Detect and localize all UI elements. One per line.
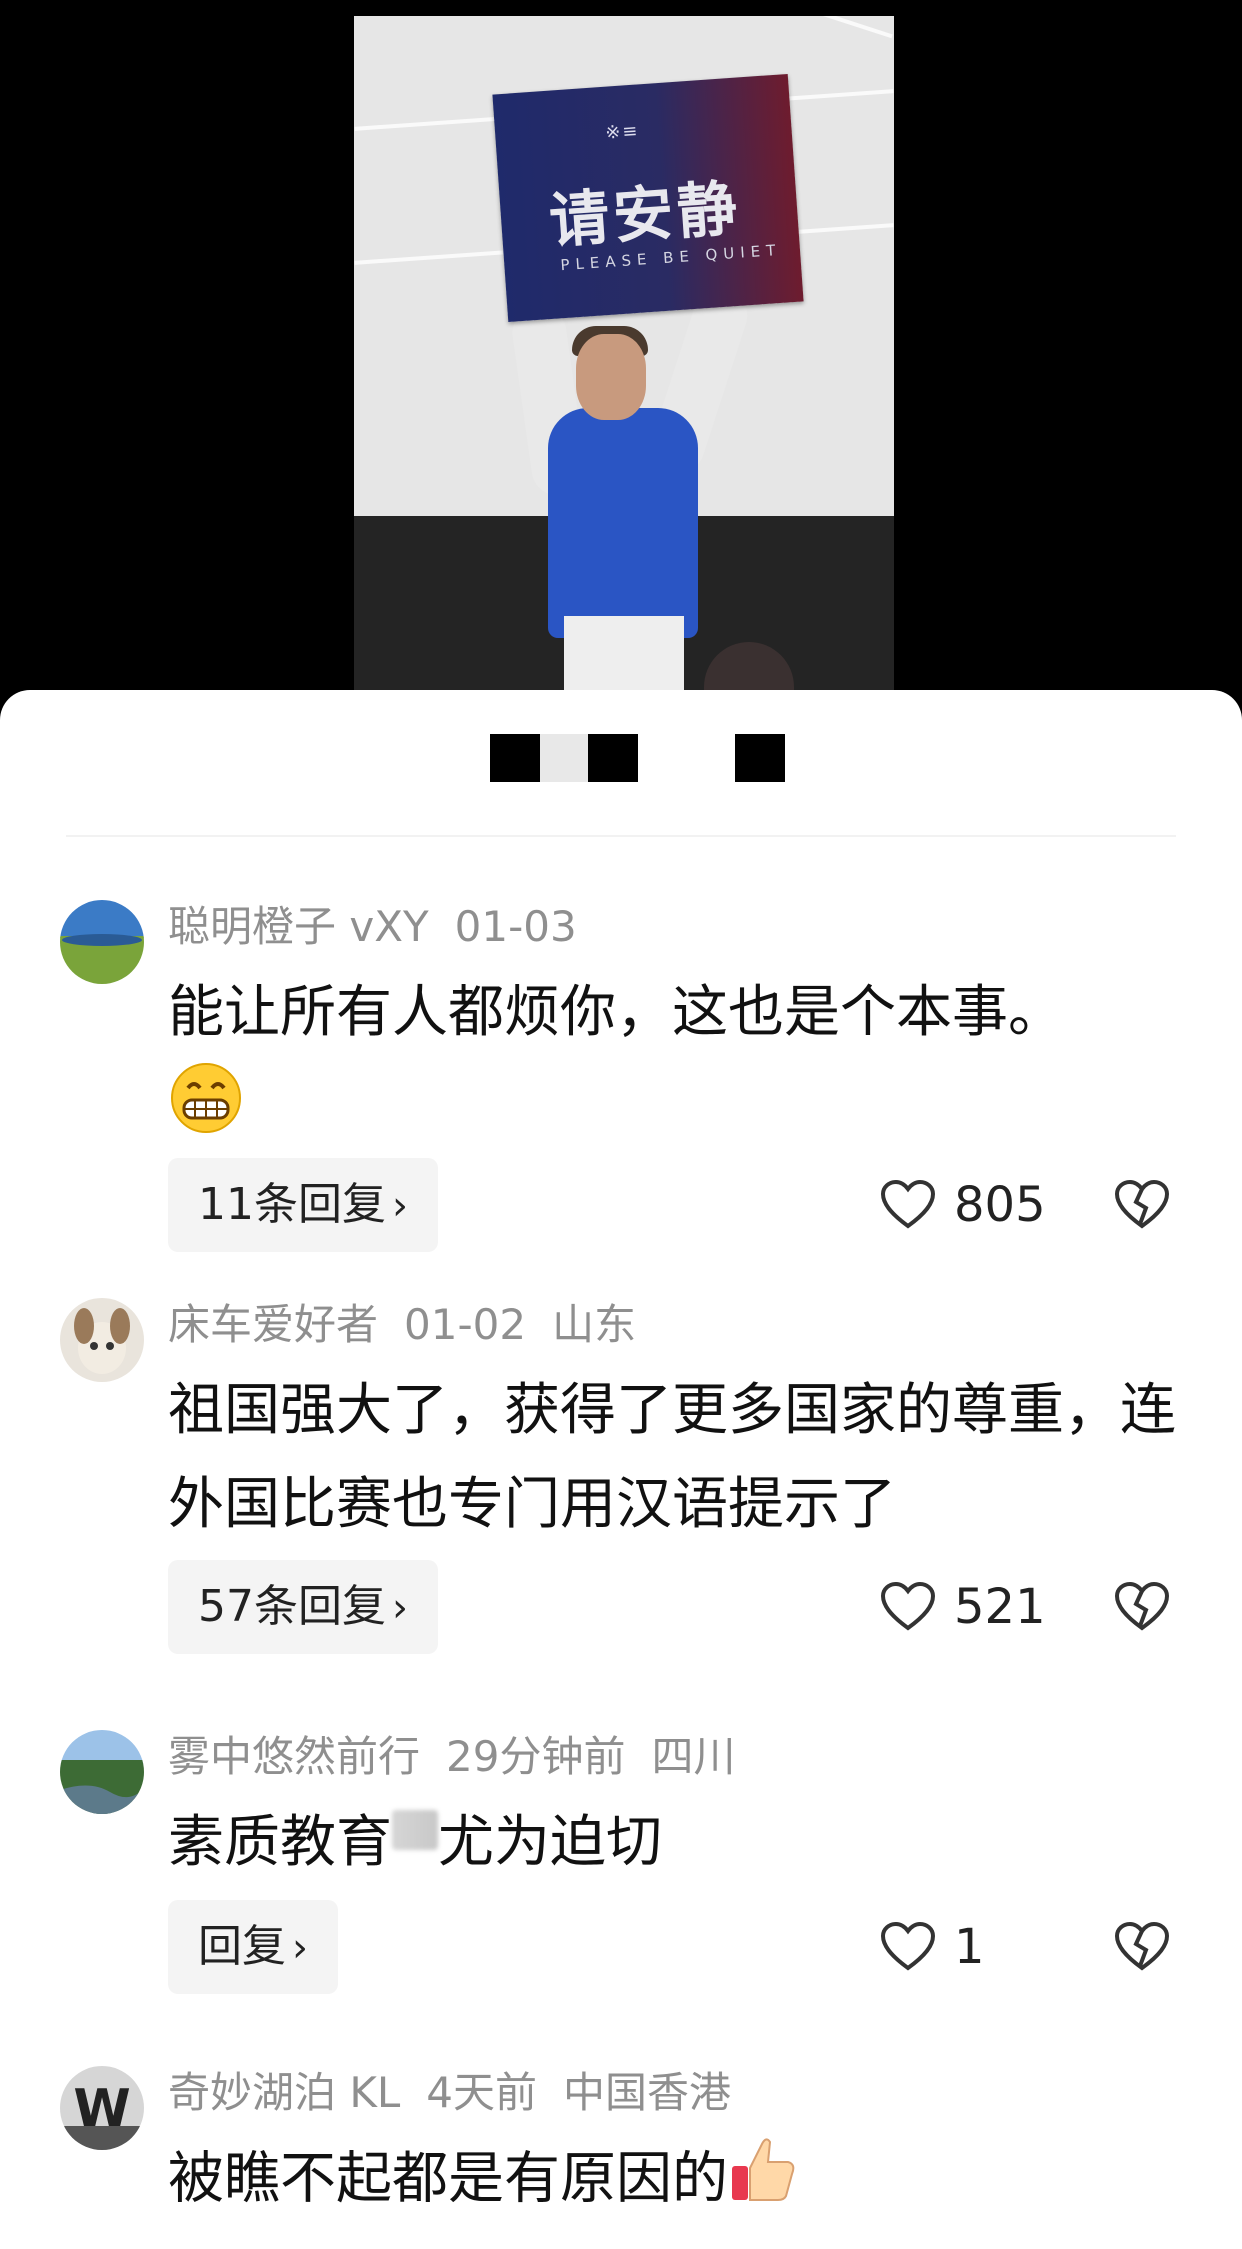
- like-button[interactable]: 521: [880, 1560, 1046, 1654]
- comment-text-body: 能让所有人都烦你，这也是个本事。: [168, 980, 1064, 1045]
- avatar[interactable]: [60, 1730, 144, 1814]
- comment-text: 素质教育 尤为迫切: [168, 1796, 1188, 1890]
- like-count: 1: [954, 1919, 985, 1975]
- video-player[interactable]: ※≡ 请安静 PLEASE BE QUIET: [0, 0, 1242, 700]
- comment-date: 4天前: [426, 2068, 538, 2117]
- video-frame: ※≡ 请安静 PLEASE BE QUIET: [354, 16, 894, 700]
- reply-button[interactable]: 回复 ›: [168, 1900, 338, 1994]
- redacted-block: [735, 734, 785, 782]
- dislike-button[interactable]: [1112, 1560, 1172, 1654]
- redacted-block: [490, 734, 540, 782]
- grinning-face-icon: [168, 1060, 244, 1165]
- avatar[interactable]: [60, 900, 144, 984]
- like-count: 521: [954, 1579, 1046, 1635]
- view-replies-button[interactable]: 57条回复 ›: [168, 1560, 438, 1654]
- avatar[interactable]: W: [60, 2066, 144, 2150]
- reply-label: 11条回复: [198, 1179, 386, 1230]
- reply-label: 57条回复: [198, 1581, 386, 1632]
- thumbs-up-icon: [728, 2132, 798, 2233]
- reply-label: 回复: [198, 1921, 286, 1972]
- heart-outline-icon: [880, 1582, 936, 1631]
- like-count: 805: [954, 1177, 1046, 1233]
- divider: [66, 835, 1176, 837]
- view-replies-button[interactable]: 11条回复 ›: [168, 1158, 438, 1252]
- username[interactable]: 床车爱好者: [168, 1300, 378, 1349]
- broken-heart-icon: [1114, 1922, 1170, 1971]
- redacted-block: [540, 734, 588, 782]
- comment-meta: 雾中悠然前行 29分钟前 四川: [168, 1730, 761, 1784]
- chevron-right-icon: ›: [292, 1925, 308, 1971]
- comment-location: 山东: [552, 1300, 637, 1349]
- chevron-right-icon: ›: [392, 1183, 408, 1229]
- blurred-region: [392, 1810, 438, 1850]
- username[interactable]: 雾中悠然前行: [168, 1732, 420, 1781]
- person-head: [576, 334, 646, 420]
- comment-meta: 奇妙湖泊 KL 4天前 中国香港: [168, 2066, 757, 2120]
- comment-text-part: 尤为迫切: [438, 1810, 662, 1875]
- heart-outline-icon: [880, 1922, 936, 1971]
- heart-outline-icon: [880, 1180, 936, 1229]
- like-button[interactable]: 1: [880, 1900, 985, 1994]
- avatar[interactable]: [60, 1298, 144, 1382]
- comment-location: 中国香港: [563, 2068, 732, 2117]
- comment-date: 01-02: [404, 1300, 527, 1349]
- comment-text-body: 被瞧不起都是有原因的: [168, 2146, 728, 2212]
- comment-date: 29分钟前: [446, 1732, 626, 1781]
- sign-logo: ※≡: [604, 120, 641, 144]
- comment-text-part: 素质教育: [168, 1810, 392, 1875]
- comments-header: [0, 690, 1242, 836]
- person-legs: [564, 616, 684, 700]
- username[interactable]: 奇妙湖泊 KL: [168, 2068, 400, 2117]
- comment-meta: 聪明橙子 vXY 01-03: [168, 900, 603, 954]
- comment-text: 祖国强大了，获得了更多国家的尊重，连外国比赛也专门用汉语提示了: [168, 1378, 1176, 1537]
- comments-sheet: 聪明橙子 vXY01-03 能让所有人都烦你，这也是个本事。 11条回复›: [0, 690, 1242, 2249]
- redacted-block: [588, 734, 638, 782]
- like-button[interactable]: 805: [880, 1158, 1046, 1252]
- court-line: [815, 16, 893, 39]
- dislike-button[interactable]: [1112, 1900, 1172, 1994]
- comment-text: 被瞧不起都是有原因的: [168, 2132, 1188, 2233]
- broken-heart-icon: [1114, 1582, 1170, 1631]
- comment-text: 能让所有人都烦你，这也是个本事。: [168, 966, 1188, 1165]
- dislike-button[interactable]: [1112, 1158, 1172, 1252]
- please-be-quiet-sign: ※≡ 请安静 PLEASE BE QUIET: [492, 73, 804, 323]
- username[interactable]: 聪明橙子 vXY: [168, 902, 429, 951]
- comment-location: 四川: [651, 1732, 736, 1781]
- broken-heart-icon: [1114, 1180, 1170, 1229]
- person-torso: [548, 408, 698, 638]
- chevron-right-icon: ›: [392, 1585, 408, 1631]
- comment-meta: 床车爱好者 01-02 山东: [168, 1298, 662, 1352]
- comment-date: 01-03: [454, 902, 577, 951]
